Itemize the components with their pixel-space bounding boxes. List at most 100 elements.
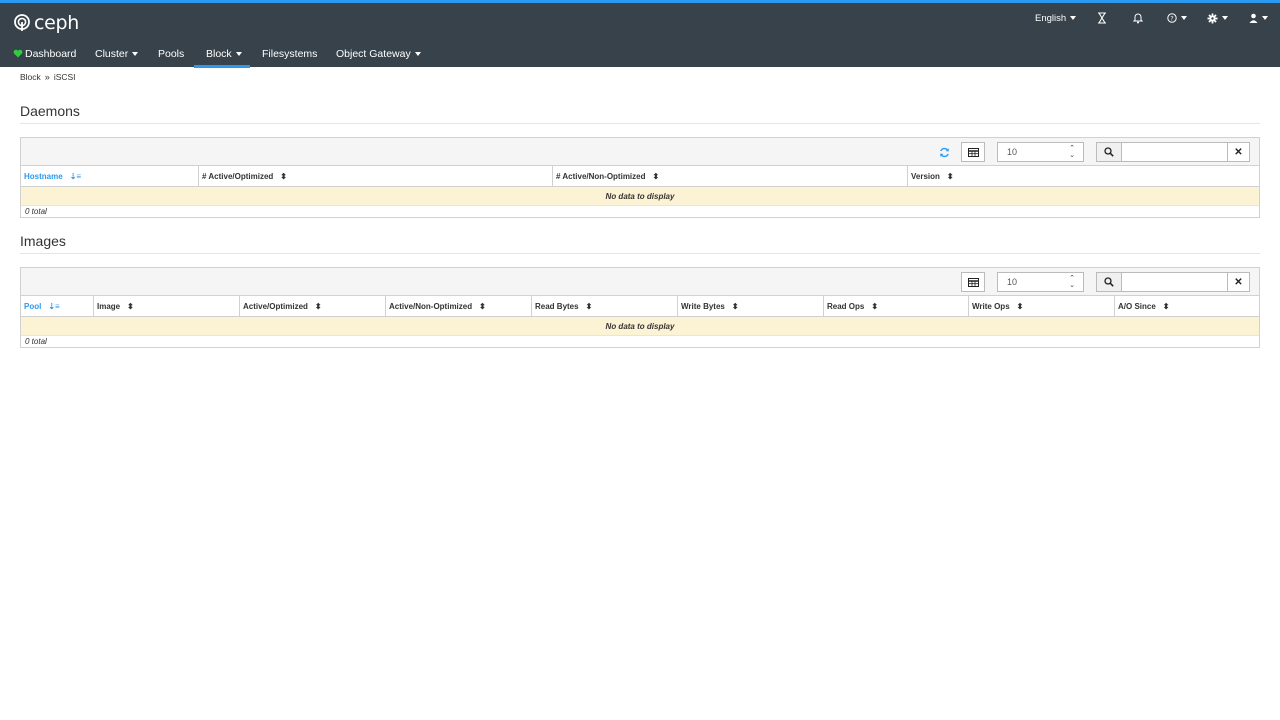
sort-icon: ⬍ (479, 301, 486, 311)
empty-row: No data to display (21, 187, 1259, 206)
chevron-down-icon (1262, 16, 1268, 20)
nav-label: Filesystems (262, 47, 318, 60)
ceph-logo-icon (14, 14, 30, 31)
question-circle-icon: ? (1167, 13, 1177, 23)
page-size-value: 10 (1007, 277, 1018, 287)
column-header-pool[interactable]: Pool ⇣≡ (21, 296, 94, 316)
sort-icon: ⬍ (1162, 301, 1170, 311)
clear-search-button[interactable]: ✕ (1228, 142, 1250, 162)
top-navbar: ceph English ? Dashboard Cluster Pools B… (0, 0, 1280, 68)
main-nav: Dashboard Cluster Pools Block Filesystem… (0, 40, 421, 68)
nav-label: Block (206, 47, 232, 60)
column-header-read-ops[interactable]: Read Ops ⬍ (824, 296, 969, 316)
nav-label: Pools (158, 47, 185, 60)
column-label: Image (97, 301, 121, 311)
notifications-button[interactable] (1133, 8, 1143, 28)
table-columns-icon (967, 147, 979, 157)
page-size-input[interactable]: 10 ⌃ ⌄ (997, 272, 1084, 292)
column-header-active-non-optimized[interactable]: # Active/Non-Optimized ⬍ (553, 166, 908, 186)
search-icon (1104, 147, 1114, 157)
table-toolbar: 10 ⌃ ⌄ ✕ (21, 138, 1259, 166)
column-label: Hostname (24, 171, 63, 181)
search-button[interactable] (1096, 272, 1122, 292)
search-icon (1104, 277, 1114, 287)
sort-icon: ⬍ (1016, 301, 1024, 311)
column-header-version[interactable]: Version ⬍ (908, 166, 1259, 186)
chevron-down-icon (414, 51, 421, 56)
sort-icon: ⬍ (314, 301, 322, 311)
column-header-ao-since[interactable]: A/O Since ⬍ (1115, 296, 1259, 316)
tasks-button[interactable] (1097, 8, 1107, 28)
sort-icon: ⬍ (127, 301, 134, 311)
sort-icon: ⬍ (280, 171, 287, 181)
chevron-down-icon (1070, 16, 1077, 20)
heart-icon (13, 49, 23, 58)
nav-label: Cluster (95, 47, 129, 60)
search-input[interactable] (1122, 272, 1228, 292)
column-label: Write Ops (972, 301, 1010, 311)
column-header-write-bytes[interactable]: Write Bytes ⬍ (678, 296, 824, 316)
table-footer-total: 0 total (25, 207, 47, 216)
column-header-hostname[interactable]: Hostname ⇣≡ (21, 166, 199, 186)
nav-item-block[interactable]: Block (194, 40, 250, 68)
nav-item-pools[interactable]: Pools (146, 40, 194, 67)
table-toolbar: 10 ⌃ ⌄ ✕ (21, 268, 1259, 296)
column-header-read-bytes[interactable]: Read Bytes ⬍ (532, 296, 678, 316)
column-header-active-non-optimized[interactable]: Active/Non-Optimized ⬍ (386, 296, 532, 316)
breadcrumb-parent[interactable]: Block (20, 72, 41, 82)
column-toggle-button[interactable] (961, 142, 985, 162)
column-header-write-ops[interactable]: Write Ops ⬍ (969, 296, 1115, 316)
table-header: Pool ⇣≡ Image ⬍ Active/Optimized ⬍ Activ… (21, 296, 1259, 317)
chevron-down-icon (132, 51, 139, 56)
images-table: 10 ⌃ ⌄ ✕ Pool ⇣≡ Image ⬍ Active/Optimized… (20, 267, 1260, 348)
nav-label: Dashboard (25, 47, 77, 60)
search-group: ✕ (1096, 142, 1250, 162)
search-input[interactable] (1122, 142, 1228, 162)
section-divider (20, 123, 1260, 124)
column-toggle-button[interactable] (961, 272, 985, 292)
daemons-title: Daemons (20, 103, 80, 119)
column-label: A/O Since (1118, 301, 1156, 311)
user-icon (1249, 13, 1258, 23)
column-header-active-optimized[interactable]: Active/Optimized ⬍ (240, 296, 386, 316)
column-header-active-optimized[interactable]: # Active/Optimized ⬍ (199, 166, 553, 186)
sort-icon: ⬍ (652, 171, 660, 181)
stepper-arrows-icon[interactable]: ⌃ ⌄ (1069, 275, 1075, 289)
sort-icon: ⬍ (871, 301, 879, 311)
chevron-down-icon (235, 51, 242, 56)
column-label: # Active/Optimized (202, 171, 274, 181)
column-label: Pool (24, 301, 42, 311)
gear-icon (1207, 13, 1218, 23)
help-button[interactable]: ? (1167, 8, 1187, 28)
user-menu-button[interactable] (1249, 8, 1268, 28)
column-label: Version (911, 171, 940, 181)
page-size-value: 10 (1007, 147, 1018, 157)
nav-item-filesystems[interactable]: Filesystems (250, 40, 324, 67)
table-columns-icon (967, 277, 979, 287)
sort-ascending-icon: ⇣≡ (69, 171, 82, 181)
column-header-image[interactable]: Image ⬍ (94, 296, 240, 316)
column-label: Write Bytes (681, 301, 725, 311)
nav-item-dashboard[interactable]: Dashboard (0, 40, 83, 67)
page-size-input[interactable]: 10 ⌃ ⌄ (997, 142, 1084, 162)
nav-item-cluster[interactable]: Cluster (83, 40, 146, 67)
breadcrumb: Block » iSCSI (20, 72, 76, 82)
settings-button[interactable] (1207, 8, 1228, 28)
nav-label: Object Gateway (336, 47, 411, 60)
nav-item-object-gateway[interactable]: Object Gateway (324, 40, 421, 67)
refresh-button[interactable] (935, 143, 953, 161)
clear-search-button[interactable]: ✕ (1228, 272, 1250, 292)
column-label: Read Bytes (535, 301, 579, 311)
language-selector[interactable]: English (1035, 8, 1077, 28)
daemons-table: 10 ⌃ ⌄ ✕ Hostname ⇣≡ # Active/Optimized ⬍… (20, 137, 1260, 218)
stepper-arrows-icon[interactable]: ⌃ ⌄ (1069, 145, 1075, 159)
search-button[interactable] (1096, 142, 1122, 162)
ceph-logo[interactable]: ceph (13, 12, 79, 34)
refresh-icon (939, 147, 949, 157)
svg-text:?: ? (1170, 14, 1173, 22)
search-group: ✕ (1096, 272, 1250, 292)
column-label: Active/Non-Optimized (389, 301, 473, 311)
language-label: English (1035, 12, 1067, 24)
table-header: Hostname ⇣≡ # Active/Optimized ⬍ # Activ… (21, 166, 1259, 187)
section-divider (20, 253, 1260, 254)
